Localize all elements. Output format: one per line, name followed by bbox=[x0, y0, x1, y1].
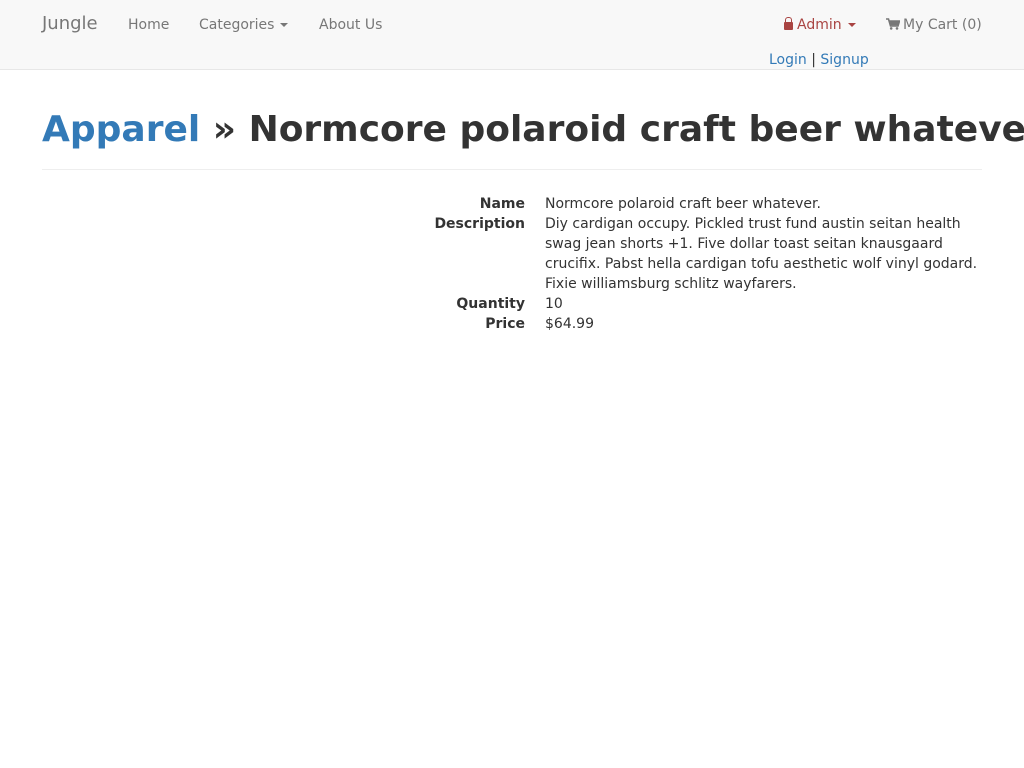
title-separator: » bbox=[212, 109, 237, 150]
caret-down-icon bbox=[280, 23, 289, 27]
nav-about-link[interactable]: About Us bbox=[319, 17, 382, 33]
admin-dropdown[interactable]: Admin bbox=[784, 17, 856, 33]
quantity-label: Quantity bbox=[456, 296, 525, 313]
description-label: Description bbox=[434, 216, 525, 233]
product-details: Name Normcore polaroid craft beer whatev… bbox=[42, 194, 982, 334]
cart-link[interactable]: My Cart (0) bbox=[886, 17, 982, 33]
name-label: Name bbox=[479, 196, 525, 213]
nav-categories-dropdown[interactable]: Categories bbox=[199, 17, 289, 33]
nav-home-link[interactable]: Home bbox=[128, 17, 169, 33]
description-value: Diy cardigan occupy. Pickled trust fund … bbox=[545, 216, 978, 293]
brand-link[interactable]: Jungle bbox=[42, 13, 98, 34]
price-label: Price bbox=[485, 316, 525, 333]
auth-separator: | bbox=[811, 52, 816, 68]
name-value: Normcore polaroid craft beer whatever. bbox=[545, 196, 821, 213]
main-container: Apparel » Normcore polaroid craft beer w… bbox=[42, 71, 1024, 334]
navbar: Jungle Home Categories About Us Admin My… bbox=[0, 0, 1024, 70]
cart-label: My Cart (0) bbox=[903, 17, 982, 33]
lock-icon bbox=[784, 17, 793, 30]
signup-link[interactable]: Signup bbox=[820, 52, 868, 68]
nav-categories-label: Categories bbox=[199, 17, 275, 33]
quantity-value: 10 bbox=[545, 296, 563, 313]
detail-row-quantity: Quantity 10 bbox=[42, 294, 982, 314]
detail-row-name: Name Normcore polaroid craft beer whatev… bbox=[42, 194, 982, 214]
admin-label: Admin bbox=[797, 17, 842, 33]
product-title: Normcore polaroid craft beer whatever. bbox=[248, 109, 1024, 150]
shopping-cart-icon bbox=[886, 18, 900, 30]
detail-row-price: Price $64.99 bbox=[42, 314, 982, 334]
auth-links: Login | Signup bbox=[769, 52, 869, 68]
detail-row-description: Description Diy cardigan occupy. Pickled… bbox=[42, 214, 982, 294]
nav-home-label: Home bbox=[128, 17, 170, 33]
caret-down-icon bbox=[847, 23, 856, 27]
login-link[interactable]: Login bbox=[769, 52, 807, 68]
page-title: Apparel » Normcore polaroid craft beer w… bbox=[42, 109, 1024, 170]
category-link[interactable]: Apparel bbox=[42, 109, 200, 150]
nav-about-label: About Us bbox=[319, 17, 383, 33]
price-value: $64.99 bbox=[545, 316, 594, 333]
